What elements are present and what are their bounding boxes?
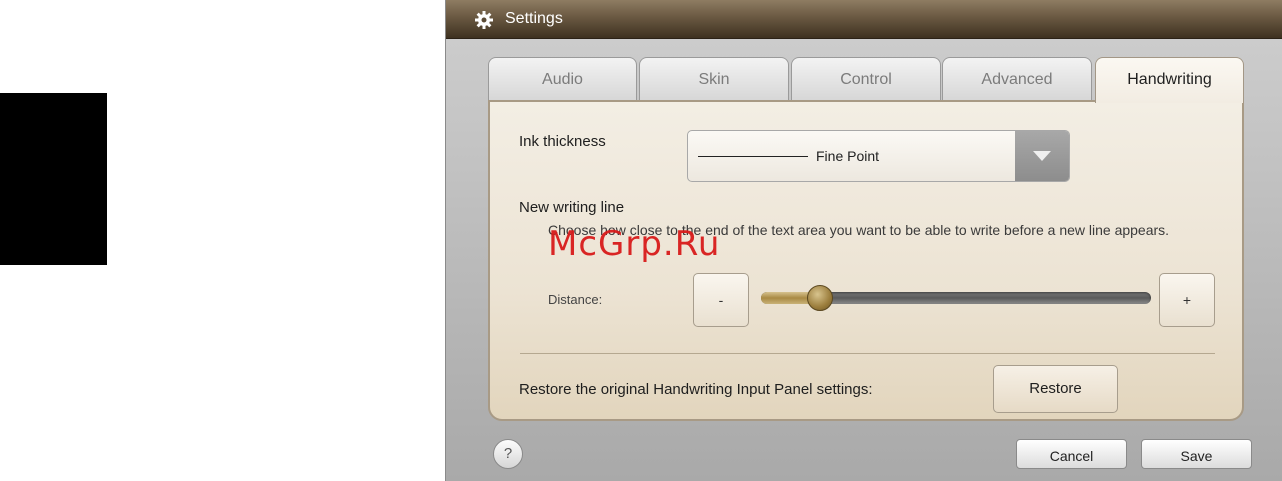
cancel-button[interactable]: Cancel (1016, 439, 1127, 469)
ink-thickness-label: Ink thickness (519, 133, 606, 150)
chevron-down-icon[interactable] (1015, 131, 1069, 181)
distance-label: Distance: (548, 292, 603, 307)
handwriting-panel: Ink thickness Fine Point New writing lin… (488, 100, 1244, 421)
tab-skin[interactable]: Skin (639, 57, 789, 101)
ink-thickness-value: Fine Point (816, 148, 880, 164)
title-bar: Settings (446, 0, 1282, 39)
tab-control[interactable]: Control (791, 57, 941, 101)
black-block (0, 93, 107, 265)
tab-handwriting[interactable]: Handwriting (1095, 57, 1244, 103)
distance-decrease-button[interactable]: - (693, 273, 749, 327)
restore-description: Restore the original Handwriting Input P… (519, 381, 873, 398)
help-button[interactable]: ? (493, 439, 523, 469)
tab-advanced[interactable]: Advanced (942, 57, 1092, 101)
slider-thumb[interactable] (806, 285, 833, 311)
settings-window: Settings Audio Skin Control Advanced Han… (445, 0, 1282, 481)
window-title: Settings (505, 10, 563, 27)
tab-audio[interactable]: Audio (488, 57, 637, 101)
distance-slider[interactable] (761, 285, 1151, 311)
ink-thickness-dropdown[interactable]: Fine Point (687, 130, 1070, 182)
watermark: McGrp.Ru (548, 224, 721, 264)
new-writing-line-label: New writing line (519, 199, 625, 216)
save-button[interactable]: Save (1141, 439, 1252, 469)
gear-icon (474, 10, 494, 30)
divider (520, 353, 1215, 354)
ink-line-preview (698, 156, 808, 157)
distance-increase-button[interactable]: + (1159, 273, 1215, 327)
restore-button[interactable]: Restore (993, 365, 1118, 413)
